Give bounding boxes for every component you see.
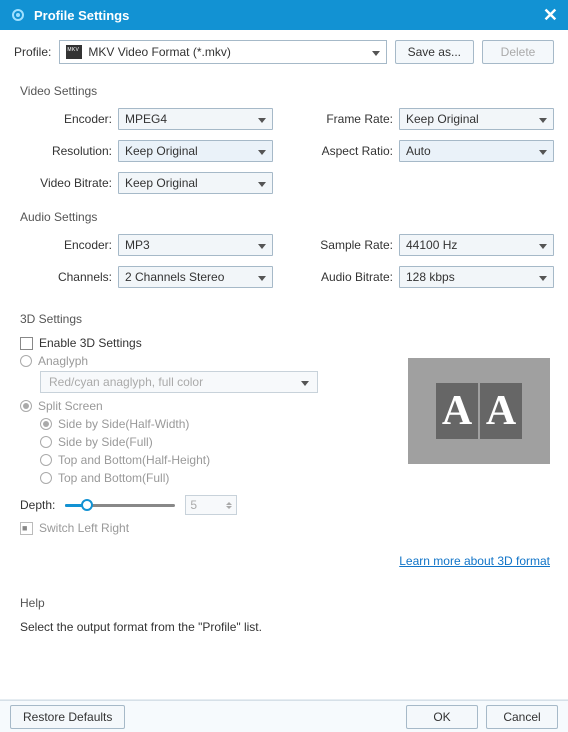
chevron-down-icon <box>301 375 309 389</box>
titlebar: Profile Settings ✕ <box>0 0 568 30</box>
tab-half-radio <box>40 454 52 466</box>
depth-spinner: 5 <box>185 495 237 515</box>
framerate-label: Frame Rate: <box>301 112 393 126</box>
3d-preview: AA <box>408 358 550 464</box>
help-title: Help <box>20 596 554 610</box>
switch-lr-checkbox <box>20 522 33 535</box>
gear-icon <box>10 7 26 23</box>
switch-lr-label: Switch Left Right <box>39 521 129 535</box>
learn-more-link[interactable]: Learn more about 3D format <box>399 554 550 568</box>
sbs-full-label: Side by Side(Full) <box>58 435 153 449</box>
aspect-ratio-select[interactable]: Auto <box>399 140 554 162</box>
tab-full-label: Top and Bottom(Full) <box>58 471 169 485</box>
sbs-full-radio <box>40 436 52 448</box>
sbs-half-label: Side by Side(Half-Width) <box>58 417 189 431</box>
audio-encoder-label: Encoder: <box>20 238 112 252</box>
depth-label: Depth: <box>20 498 55 512</box>
tab-full-radio <box>40 472 52 484</box>
profile-value: MKV Video Format (*.mkv) <box>88 45 230 59</box>
video-bitrate-label: Video Bitrate: <box>20 176 112 190</box>
depth-slider[interactable] <box>65 498 175 512</box>
delete-button: Delete <box>482 40 554 64</box>
save-as-button[interactable]: Save as... <box>395 40 474 64</box>
split-screen-radio <box>20 400 32 412</box>
channels-label: Channels: <box>20 270 112 284</box>
3d-settings-title: 3D Settings <box>20 312 554 326</box>
framerate-select[interactable]: Keep Original <box>399 108 554 130</box>
profile-label: Profile: <box>14 45 51 59</box>
cancel-button[interactable]: Cancel <box>486 705 558 729</box>
audio-bitrate-select[interactable]: 128 kbps <box>399 266 554 288</box>
anaglyph-radio <box>20 355 32 367</box>
anaglyph-label: Anaglyph <box>38 354 88 368</box>
aspect-ratio-label: Aspect Ratio: <box>301 144 393 158</box>
samplerate-select[interactable]: 44100 Hz <box>399 234 554 256</box>
close-icon[interactable]: ✕ <box>543 5 558 26</box>
anaglyph-select: Red/cyan anaglyph, full color <box>40 371 318 393</box>
restore-defaults-button[interactable]: Restore Defaults <box>10 705 125 729</box>
audio-encoder-select[interactable]: MP3 <box>118 234 273 256</box>
samplerate-label: Sample Rate: <box>301 238 393 252</box>
window-title: Profile Settings <box>34 8 129 23</box>
audio-bitrate-label: Audio Bitrate: <box>301 270 393 284</box>
chevron-down-icon <box>372 45 380 59</box>
video-encoder-select[interactable]: MPEG4 <box>118 108 273 130</box>
video-encoder-label: Encoder: <box>20 112 112 126</box>
enable-3d-checkbox[interactable] <box>20 337 33 350</box>
video-settings-title: Video Settings <box>20 84 554 98</box>
mkv-icon <box>66 45 82 59</box>
ok-button[interactable]: OK <box>406 705 478 729</box>
resolution-label: Resolution: <box>20 144 112 158</box>
help-text: Select the output format from the "Profi… <box>14 620 554 634</box>
channels-select[interactable]: 2 Channels Stereo <box>118 266 273 288</box>
profile-select[interactable]: MKV Video Format (*.mkv) <box>59 40 386 64</box>
enable-3d-label: Enable 3D Settings <box>39 336 142 350</box>
split-screen-label: Split Screen <box>38 399 103 413</box>
resolution-select[interactable]: Keep Original <box>118 140 273 162</box>
video-bitrate-select[interactable]: Keep Original <box>118 172 273 194</box>
sbs-half-radio <box>40 418 52 430</box>
audio-settings-title: Audio Settings <box>20 210 554 224</box>
tab-half-label: Top and Bottom(Half-Height) <box>58 453 210 467</box>
